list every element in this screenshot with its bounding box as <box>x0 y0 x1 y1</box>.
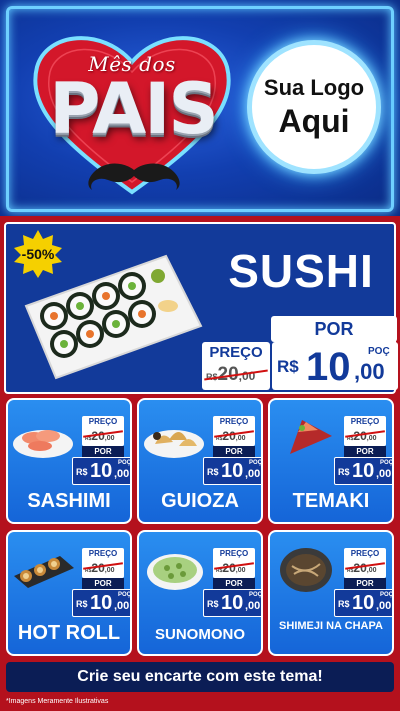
cta-banner[interactable]: Crie seu encarte com este tema! <box>6 662 394 692</box>
product-card-guioza: PREÇO R$20,00 POR R$ 10,00 POÇ GUIOZA <box>137 398 263 524</box>
product-name: SHIMEJI NA CHAPA <box>279 620 383 632</box>
product-card-temaki: PREÇO R$20,00 POR R$ 10,00 POÇ TEMAKI <box>268 398 394 524</box>
preco-label: PREÇO <box>219 549 249 558</box>
por-label: POR <box>344 446 386 457</box>
main-title: PAIS <box>49 68 219 150</box>
price-currency: R$ <box>277 357 299 376</box>
discount-badge: -50% <box>12 230 64 278</box>
logo-line2: Aqui <box>278 102 350 139</box>
new-price-box: R$ 10,00 POÇ <box>203 589 261 617</box>
featured-product: -50% SUSHI POR PREÇO R$20,00 R$ 10 ,00 P… <box>4 222 398 394</box>
new-price-box: R$ 10,00 POÇ <box>334 589 392 617</box>
por-label: POR <box>213 578 255 589</box>
new-price-box: R$ 10,00 POÇ <box>72 589 130 617</box>
preco-label: PREÇO <box>209 344 263 361</box>
product-name: TEMAKI <box>292 490 370 512</box>
product-card-sunomono: PREÇO R$20,00 POR R$ 10,00 POÇ SUNOMONO <box>137 530 263 656</box>
featured-name: SUSHI <box>228 245 374 297</box>
price-decimal: ,00 <box>354 359 385 384</box>
logo-line1: Sua Logo <box>263 74 365 100</box>
shimeji-image <box>280 548 332 592</box>
preco-label: PREÇO <box>350 549 380 558</box>
preco-label: PREÇO <box>88 417 118 426</box>
old-price-box: PREÇO R$20,00 <box>344 548 386 578</box>
product-card-hot-roll: PREÇO R$20,00 POR R$ 10,00 POÇ HOT ROLL <box>6 530 132 656</box>
sashimi-image <box>13 430 73 458</box>
new-price-box: R$ 10,00 POÇ <box>203 457 261 485</box>
preco-label: PREÇO <box>219 417 249 426</box>
temaki-image <box>290 420 332 454</box>
new-price-box: R$ 10 ,00 POÇ <box>272 342 398 390</box>
disclaimer-text: *Imagens Meramente Ilustrativas <box>6 698 109 705</box>
logo-placeholder: Sua Logo Aqui <box>247 40 381 174</box>
hot-roll-image <box>14 556 74 588</box>
product-name: SUNOMONO <box>155 626 245 643</box>
product-card-sashimi: PREÇO R$20,00 POR R$ 10,00 POÇ SASHIMI <box>6 398 132 524</box>
guioza-image <box>144 430 204 458</box>
sunomono-image <box>147 554 203 590</box>
old-price-box: PREÇO R$20,00 <box>213 548 255 578</box>
old-price-box: PREÇO R$20,00 <box>82 548 124 578</box>
preco-label: PREÇO <box>88 549 118 558</box>
product-card-shimeji: PREÇO R$20,00 POR R$ 10,00 POÇ SHIMEJI NA … <box>268 530 394 656</box>
por-label: POR <box>213 446 255 457</box>
por-label: POR <box>271 316 397 342</box>
price-unit: POÇ <box>368 346 390 357</box>
product-name: HOT ROLL <box>17 622 121 644</box>
old-price-box: PREÇO R$20,00 <box>213 416 255 446</box>
por-label: POR <box>82 446 124 457</box>
header-banner: Mês dos PAIS Sua Logo Aqui <box>0 0 400 218</box>
old-price-box: PREÇO R$20,00 <box>202 342 270 390</box>
new-price-box: R$ 10,00 POÇ <box>72 457 130 485</box>
preco-label: PREÇO <box>350 417 380 426</box>
product-name: SASHIMI <box>27 490 111 512</box>
product-name: GUIOZA <box>161 490 239 512</box>
old-price-box: PREÇO R$20,00 <box>82 416 124 446</box>
new-price-box: R$ 10,00 POÇ <box>334 457 392 485</box>
discount-text: -50% <box>21 246 55 262</box>
por-label: POR <box>344 578 386 589</box>
old-price-box: PREÇO R$20,00 <box>344 416 386 446</box>
por-label: POR <box>82 578 124 589</box>
price-integer: 10 <box>306 345 351 389</box>
mustache-icon <box>88 163 180 190</box>
